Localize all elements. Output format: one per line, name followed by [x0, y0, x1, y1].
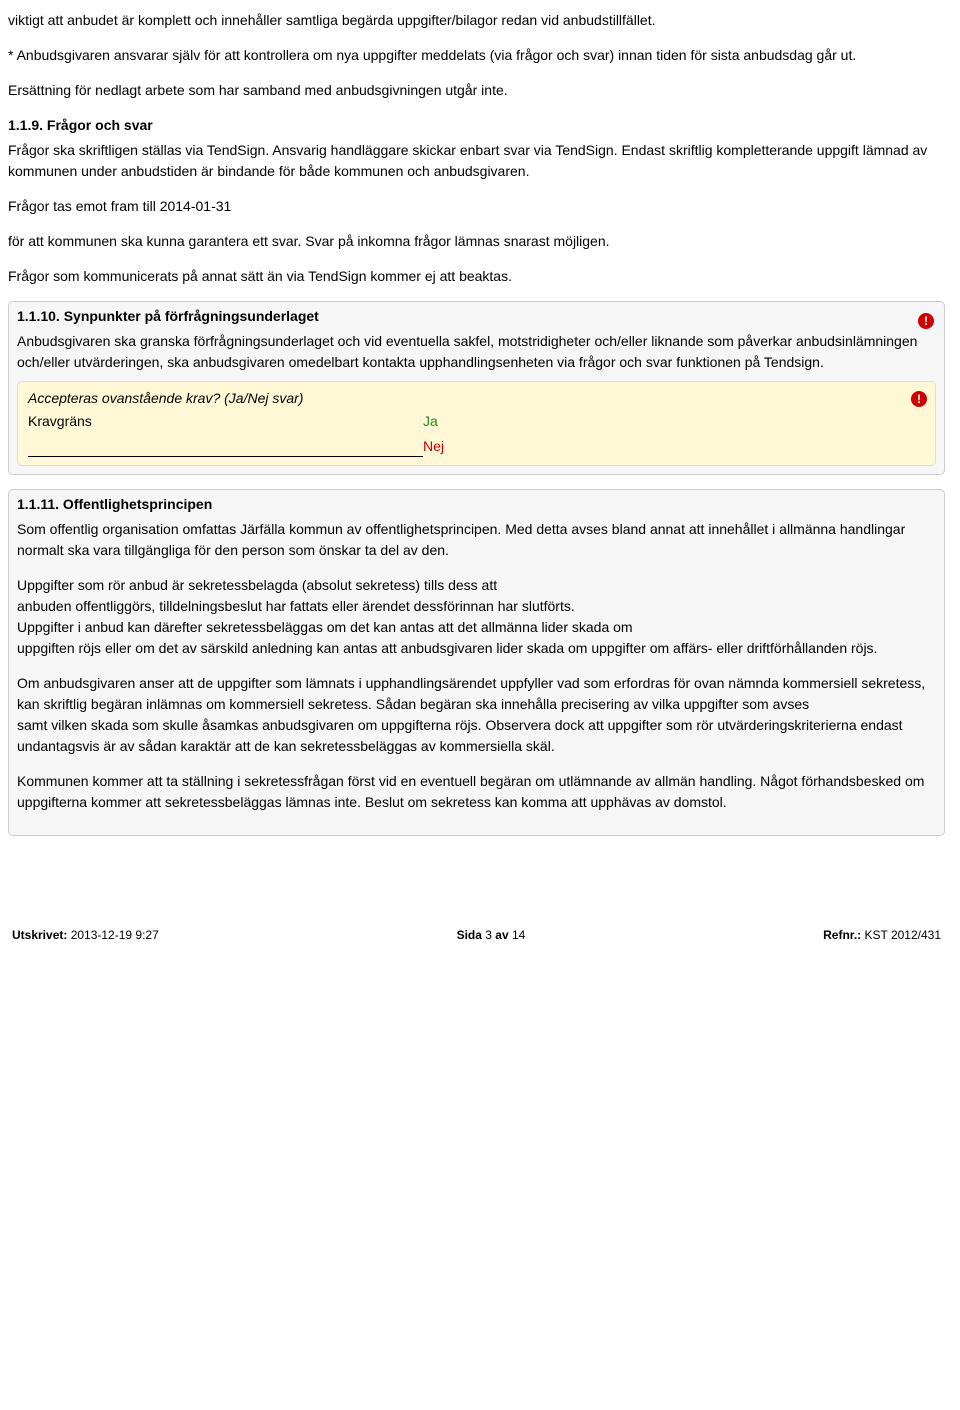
section-119-p3: för att kommunen ska kunna garantera ett… — [8, 231, 945, 252]
alert-circle: ! — [911, 391, 927, 407]
text-line: anbuden offentliggörs, tilldelningsbeslu… — [17, 598, 575, 614]
footer-page-total: 14 — [512, 928, 525, 942]
footer-printed-label: Utskrivet: — [12, 928, 67, 942]
krav-question: Accepteras ovanstående krav? (Ja/Nej sva… — [28, 388, 925, 409]
krav-box: ! Accepteras ovanstående krav? (Ja/Nej s… — [17, 381, 936, 466]
intro-p2: * Anbudsgivaren ansvarar själv för att k… — [8, 45, 945, 66]
text-line: Uppgifter i anbud kan därefter sekretess… — [17, 619, 633, 635]
section-1111-heading: 1.1.11. Offentlighetsprincipen — [17, 494, 936, 515]
krav-option-nej[interactable]: Nej — [423, 436, 444, 457]
footer-ref-value: KST 2012/431 — [861, 928, 941, 942]
section-1110-body: Anbudsgivaren ska granska förfrågningsun… — [17, 331, 936, 373]
krav-option-ja[interactable]: Ja — [423, 411, 444, 432]
page-footer: Utskrivet: 2013-12-19 9:27 Sida 3 av 14 … — [8, 926, 945, 952]
text-line: Uppgifter som rör anbud är sekretessbela… — [17, 577, 497, 593]
footer-page-label: Sida — [457, 928, 486, 942]
section-1110: ! 1.1.10. Synpunkter på förfrågningsunde… — [8, 301, 945, 475]
footer-ref: Refnr.: KST 2012/431 — [823, 926, 941, 944]
intro-p1: viktigt att anbudet är komplett och inne… — [8, 10, 945, 31]
footer-printed-value: 2013-12-19 9:27 — [67, 928, 158, 942]
text-line: Om anbudsgivaren anser att de uppgifter … — [17, 675, 925, 712]
alert-icon: ! — [918, 310, 934, 331]
section-1111-p3: Om anbudsgivaren anser att de uppgifter … — [17, 673, 936, 757]
section-1111-p1: Som offentlig organisation omfattas Järf… — [17, 519, 936, 561]
section-119-heading: 1.1.9. Frågor och svar — [8, 115, 945, 136]
alert-icon: ! — [911, 388, 927, 409]
section-119-p2: Frågor tas emot fram till 2014-01-31 — [8, 196, 945, 217]
section-1110-heading: 1.1.10. Synpunkter på förfrågningsunderl… — [17, 306, 936, 327]
section-119-p4: Frågor som kommunicerats på annat sätt ä… — [8, 266, 945, 287]
section-1111: 1.1.11. Offentlighetsprincipen Som offen… — [8, 489, 945, 836]
section-1111-p4: Kommunen kommer att ta ställning i sekre… — [17, 771, 936, 813]
footer-page-of: av — [492, 928, 512, 942]
krav-label: Kravgräns — [28, 411, 423, 457]
section-119: 1.1.9. Frågor och svar Frågor ska skrift… — [8, 115, 945, 287]
footer-printed: Utskrivet: 2013-12-19 9:27 — [12, 926, 159, 944]
intro-p3: Ersättning för nedlagt arbete som har sa… — [8, 80, 945, 101]
text-line: samt vilken skada som skulle åsamkas anb… — [17, 717, 903, 754]
text-line: uppgiften röjs eller om det av särskild … — [17, 640, 877, 656]
footer-ref-label: Refnr.: — [823, 928, 861, 942]
intro-block: viktigt att anbudet är komplett och inne… — [8, 10, 945, 101]
footer-page-num: 3 — [485, 928, 492, 942]
krav-row: Kravgräns Ja Nej — [28, 411, 925, 457]
footer-page: Sida 3 av 14 — [457, 926, 526, 944]
krav-values: Ja Nej — [423, 411, 444, 457]
section-119-p1: Frågor ska skriftligen ställas via TendS… — [8, 140, 945, 182]
alert-circle: ! — [918, 313, 934, 329]
section-1111-p2: Uppgifter som rör anbud är sekretessbela… — [17, 575, 936, 659]
